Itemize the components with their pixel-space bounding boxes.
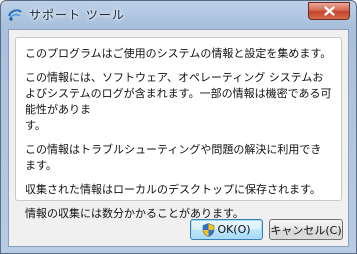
window-title: サポート ツール [29,8,125,22]
message-paragraph: この情報はトラブルシューティングや問題の解決に利用できます。 [25,143,322,172]
title-bar[interactable]: サポート ツール [1,1,356,27]
dialog-window: サポート ツール このプログラムはご使用のシステムの情報と設定を集めます。 この… [0,0,357,254]
message-panel: このプログラムはご使用のシステムの情報と設定を集めます。 この情報には、ソフトウ… [15,37,342,220]
ok-button[interactable]: OK(O) [190,219,263,240]
cancel-button-label: キャンセル(C) [270,223,342,237]
close-button[interactable] [308,2,350,20]
app-swirl-icon [8,9,22,21]
message-paragraph: この情報には、ソフトウェア、オペレーティング システムおよびシステムのログが含ま… [25,71,332,132]
ok-button-label: OK(O) [217,223,251,236]
uac-shield-icon [203,222,215,237]
message-paragraph: 収集された情報はローカルのデスクトップに保存されます。 [25,183,321,196]
close-x-icon [323,6,335,16]
message-paragraph: このプログラムはご使用のシステムの情報と設定を集めます。 [25,47,332,60]
dialog-body: このプログラムはご使用のシステムの情報と設定を集めます。 この情報には、ソフトウ… [8,29,349,247]
cancel-button[interactable]: キャンセル(C) [269,219,343,240]
